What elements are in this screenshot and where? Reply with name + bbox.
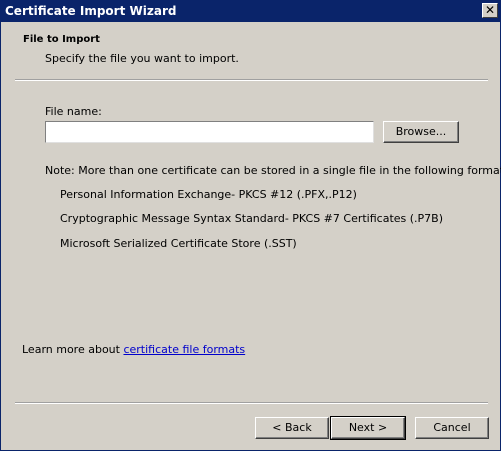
title-bar[interactable]: Certificate Import Wizard ✕ xyxy=(1,1,500,22)
back-button[interactable]: < Back xyxy=(255,417,329,439)
format-item-p7b: Cryptographic Message Syntax Standard- P… xyxy=(60,212,444,225)
header-divider xyxy=(15,79,488,81)
browse-button[interactable]: Browse... xyxy=(383,121,459,143)
learn-more-prefix: Learn more about xyxy=(22,343,124,356)
file-name-input[interactable] xyxy=(45,121,374,143)
format-item-pfx: Personal Information Exchange- PKCS #12 … xyxy=(60,188,357,201)
next-button[interactable]: Next > xyxy=(330,416,406,440)
certificate-file-formats-link[interactable]: certificate file formats xyxy=(123,343,245,356)
wizard-header: File to Import Specify the file you want… xyxy=(1,22,500,78)
cancel-button[interactable]: Cancel xyxy=(415,417,489,439)
file-name-label: File name: xyxy=(45,105,102,118)
page-title: File to Import xyxy=(23,34,100,45)
close-icon: ✕ xyxy=(484,3,496,17)
format-item-sst: Microsoft Serialized Certificate Store (… xyxy=(60,237,297,250)
certificate-import-wizard-window: Certificate Import Wizard ✕ File to Impo… xyxy=(0,0,501,451)
close-button[interactable]: ✕ xyxy=(482,3,498,18)
footer-divider xyxy=(15,402,488,404)
window-title: Certificate Import Wizard xyxy=(5,4,177,18)
learn-more-text: Learn more about certificate file format… xyxy=(22,343,245,356)
page-subtitle: Specify the file you want to import. xyxy=(45,52,239,65)
note-text: Note: More than one certificate can be s… xyxy=(45,164,501,177)
